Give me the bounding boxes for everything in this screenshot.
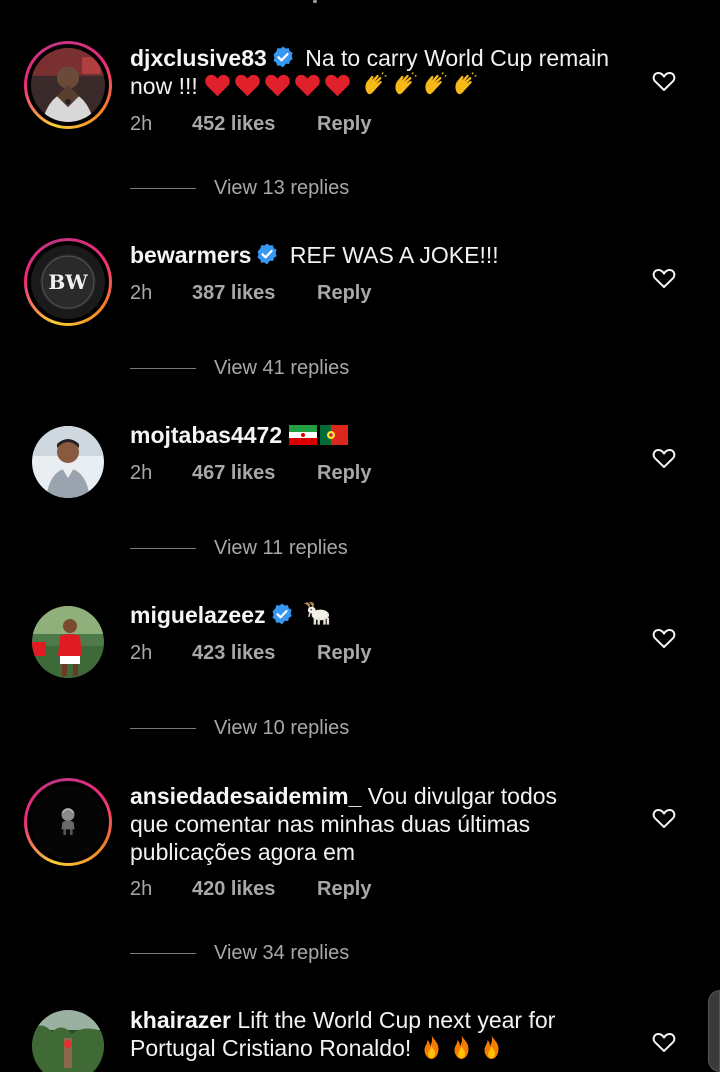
replies-divider — [130, 368, 196, 370]
comment-time: 2h — [130, 282, 153, 304]
comment-text: now !!! — [130, 73, 198, 99]
likes-count[interactable]: 420 likes — [192, 876, 317, 902]
reply-button[interactable]: Reply — [317, 111, 371, 137]
scroll-handle[interactable] — [708, 990, 720, 1072]
avatar-initials: BW — [48, 270, 88, 294]
likes-count[interactable]: 423 likes — [192, 640, 317, 666]
goat-icon — [303, 601, 331, 627]
comment-text: Lift the World Cup next year for — [237, 1007, 556, 1033]
red-heart-icon — [204, 72, 231, 98]
view-replies-button[interactable]: View 10 replies — [130, 715, 349, 741]
likes-count[interactable]: 467 likes — [192, 460, 317, 486]
comment-text: Na to carry World Cup remain — [305, 45, 609, 71]
red-heart-icon — [234, 72, 261, 98]
replies-divider — [130, 728, 196, 730]
comment-text: publicações agora em — [130, 839, 356, 865]
reply-button[interactable]: Reply — [317, 460, 371, 486]
verified-badge-icon — [255, 242, 279, 266]
replies-divider — [130, 188, 196, 190]
reply-button[interactable]: Reply — [317, 876, 371, 902]
clapping-hands-icon — [391, 72, 418, 98]
comment-time: 2h — [130, 462, 153, 484]
clapping-hands-icon — [361, 72, 388, 98]
fire-icon — [478, 1034, 505, 1060]
username[interactable]: mojtabas4472 — [130, 422, 282, 448]
top-indicator — [313, 0, 317, 3]
view-replies-button[interactable]: View 13 replies — [130, 175, 349, 201]
reply-button[interactable]: Reply — [317, 280, 371, 306]
like-heart-icon[interactable] — [652, 627, 676, 649]
comment-time: 2h — [130, 642, 153, 664]
red-heart-icon — [294, 72, 321, 98]
view-replies-label: View 34 replies — [214, 942, 350, 964]
likes-count[interactable]: 452 likes — [192, 111, 317, 137]
red-heart-icon — [324, 72, 351, 98]
like-heart-icon[interactable] — [652, 1031, 676, 1053]
fire-icon — [418, 1034, 445, 1060]
clapping-hands-icon — [421, 72, 448, 98]
replies-divider — [130, 953, 196, 955]
verified-badge-icon — [271, 45, 295, 69]
username[interactable]: khairazer — [130, 1007, 231, 1033]
username[interactable]: bewarmers — [130, 242, 251, 268]
clapping-hands-icon — [451, 72, 478, 98]
avatar[interactable] — [24, 41, 112, 129]
avatar[interactable] — [32, 426, 104, 498]
likes-count[interactable]: 387 likes — [192, 280, 317, 306]
avatar[interactable]: BW — [24, 238, 112, 326]
view-replies-label: View 41 replies — [214, 357, 350, 379]
comment-text: REF WAS A JOKE!!! — [289, 242, 499, 268]
comment-time: 2h — [130, 113, 153, 135]
like-heart-icon[interactable] — [652, 70, 676, 92]
avatar[interactable] — [24, 778, 112, 866]
iran-flag-icon — [288, 425, 317, 445]
view-replies-label: View 13 replies — [214, 177, 350, 199]
like-heart-icon[interactable] — [652, 267, 676, 289]
replies-divider — [130, 548, 196, 550]
username[interactable]: djxclusive83 — [130, 45, 267, 71]
avatar[interactable] — [32, 606, 104, 678]
red-heart-icon — [264, 72, 291, 98]
username[interactable]: miguelazeez — [130, 602, 266, 628]
like-heart-icon[interactable] — [652, 807, 676, 829]
username[interactable]: ansiedadesaidemim_ — [130, 783, 361, 809]
portugal-flag-icon — [319, 425, 348, 445]
comment-text: Vou divulgar todos — [367, 783, 558, 809]
view-replies-button[interactable]: View 41 replies — [130, 355, 349, 381]
avatar[interactable] — [32, 1010, 104, 1072]
reply-button[interactable]: Reply — [317, 640, 371, 666]
fire-icon — [448, 1034, 475, 1060]
view-replies-button[interactable]: View 11 replies — [130, 535, 348, 561]
verified-badge-icon — [270, 602, 294, 626]
comment-text: Portugal Cristiano Ronaldo! — [130, 1035, 412, 1061]
view-replies-label: View 11 replies — [214, 537, 348, 559]
view-replies-button[interactable]: View 34 replies — [130, 940, 349, 966]
comment-text: que comentar nas minhas duas últimas — [130, 811, 531, 837]
view-replies-label: View 10 replies — [214, 717, 350, 739]
like-heart-icon[interactable] — [652, 447, 676, 469]
comment-time: 2h — [130, 878, 153, 900]
